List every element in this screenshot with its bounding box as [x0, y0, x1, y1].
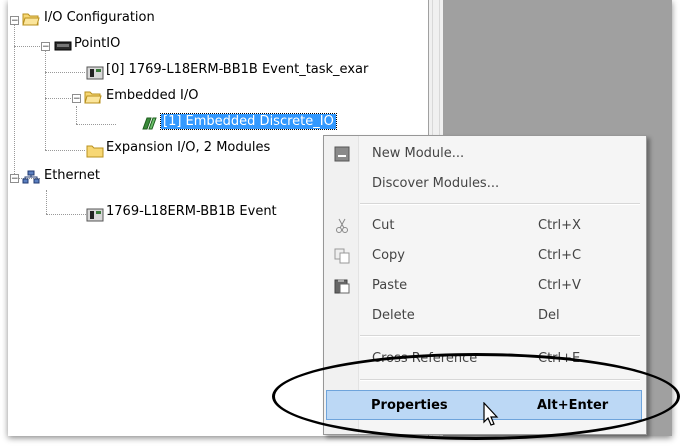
backplane-icon [54, 41, 72, 51]
collapse-icon[interactable]: − [72, 94, 81, 104]
tree-line [14, 20, 15, 178]
tree-line [45, 98, 71, 99]
tree-line [76, 124, 116, 125]
collapse-icon[interactable]: − [41, 42, 50, 52]
tree-node-ethernet[interactable]: Ethernet [44, 168, 100, 183]
menu-item-cut[interactable]: Cut Ctrl+X [326, 211, 642, 241]
menu-item-new-module[interactable]: New Module... [326, 139, 642, 169]
menu-item-delete[interactable]: Delete Del [326, 301, 642, 331]
tree-node-io-configuration[interactable]: I/O Configuration [44, 10, 155, 25]
cut-icon [336, 218, 348, 233]
new-module-icon [334, 146, 350, 162]
collapse-icon[interactable]: − [10, 174, 19, 184]
network-icon [22, 170, 40, 184]
tree-line [45, 72, 85, 73]
tree-node-pointio[interactable]: PointIO [74, 36, 120, 51]
tree-line [46, 214, 86, 215]
tree-line [76, 106, 77, 124]
paste-icon [334, 279, 350, 294]
menu-separator [360, 203, 640, 205]
folder-icon [86, 145, 104, 158]
folder-open-icon [84, 91, 102, 104]
menu-item-paste[interactable]: Paste Ctrl+V [326, 271, 642, 301]
menu-separator [360, 335, 640, 337]
collapse-icon[interactable]: − [10, 16, 19, 26]
tree-node-embedded-io[interactable]: Embedded I/O [106, 88, 198, 103]
tree-line [14, 46, 40, 47]
menu-item-copy[interactable]: Copy Ctrl+C [326, 241, 642, 271]
highlight-ellipse [272, 353, 680, 440]
tree-line [46, 190, 47, 214]
tree-node-expansion-io[interactable]: Expansion I/O, 2 Modules [106, 140, 270, 155]
folder-open-icon [22, 13, 40, 26]
io-module-icon [142, 117, 157, 130]
tree-node-embedded-discrete-io[interactable]: [1] Embedded Discrete_IO [160, 113, 337, 130]
copy-icon [334, 248, 350, 264]
menu-item-discover-modules[interactable]: Discover Modules... [326, 169, 642, 199]
tree-node-ethernet-module[interactable]: 1769-L18ERM-BB1B Event [106, 204, 277, 219]
controller-icon [86, 208, 104, 222]
tree-node-controller-module[interactable]: [0] 1769-L18ERM-BB1B Event_task_exar [106, 62, 368, 77]
tree-line [45, 150, 85, 151]
controller-icon [86, 66, 104, 80]
